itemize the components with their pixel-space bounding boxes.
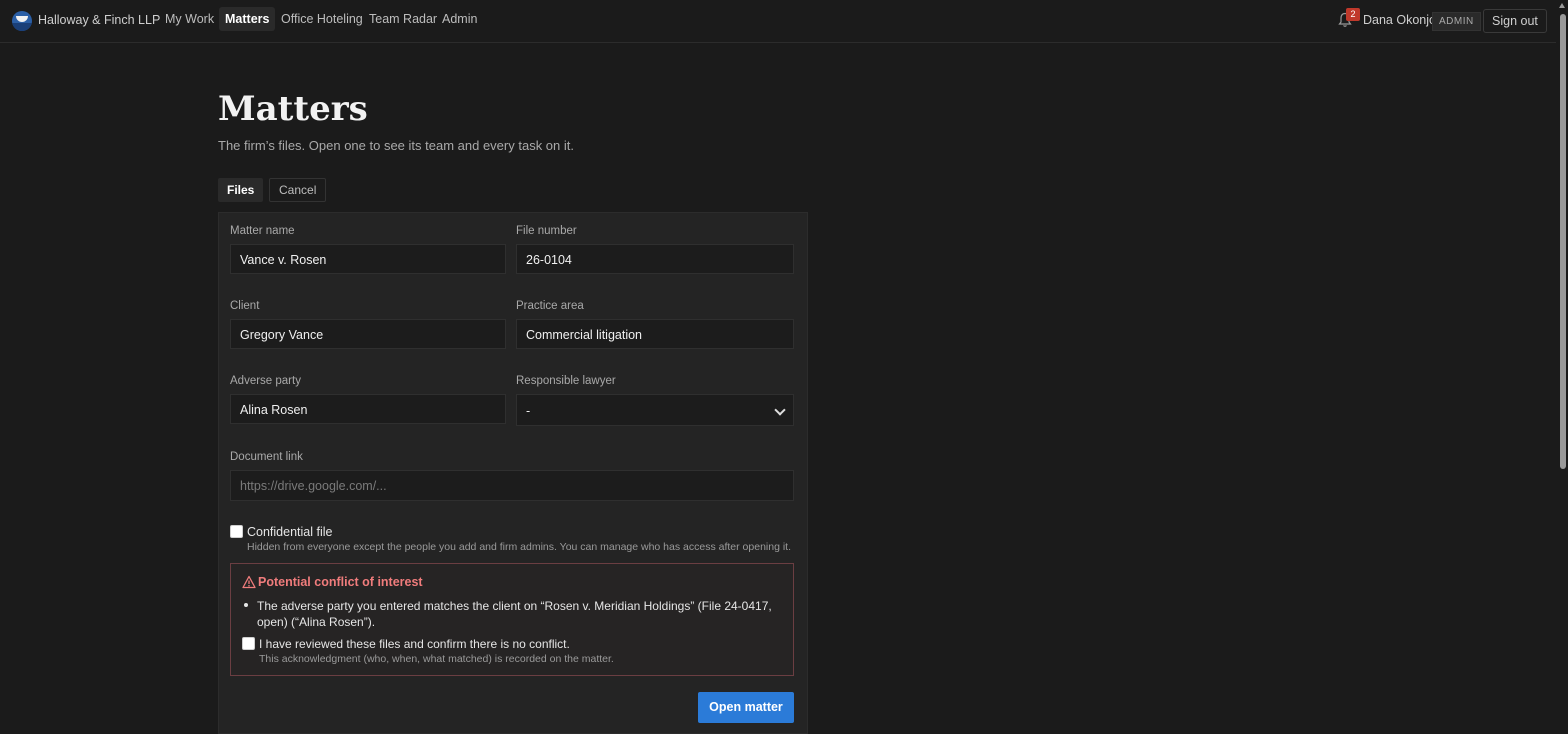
confidential-label[interactable]: Confidential file <box>247 525 332 539</box>
conflict-ack-checkbox[interactable] <box>242 637 255 650</box>
role-badge: ADMIN <box>1432 12 1481 31</box>
practice-area-label: Practice area <box>516 300 584 312</box>
warning-icon <box>242 575 256 589</box>
firm-name[interactable]: Halloway & Finch LLP <box>38 13 160 27</box>
firm-logo-icon[interactable] <box>12 11 32 31</box>
conflict-ack-hint: This acknowledgment (who, when, what mat… <box>259 653 614 665</box>
confidential-hint: Hidden from everyone except the people y… <box>247 541 792 553</box>
user-name: Dana Okonjo <box>1363 13 1436 27</box>
responsible-lawyer-label: Responsible lawyer <box>516 375 616 387</box>
file-number-input[interactable]: 26-0104 <box>516 244 794 274</box>
tab-files[interactable]: Files <box>218 178 264 202</box>
document-link-label: Document link <box>230 451 303 463</box>
responsible-lawyer-selected: - <box>526 404 531 418</box>
practice-area-input[interactable]: Commercial litigation <box>516 319 794 349</box>
scroll-thumb[interactable] <box>1560 14 1566 469</box>
nav-item-matters[interactable]: Matters <box>219 7 276 31</box>
cancel-button[interactable]: Cancel <box>269 178 327 202</box>
matter-name-label: Matter name <box>230 225 295 237</box>
nav-item-my-work[interactable]: My Work <box>159 7 220 31</box>
file-number-label: File number <box>516 225 577 237</box>
document-link-input[interactable]: https://drive.google.com/... <box>230 470 794 501</box>
responsible-lawyer-select[interactable]: - <box>516 394 794 426</box>
top-nav: Halloway & Finch LLP My Work Matters Off… <box>0 0 1556 43</box>
scroll-up-arrow-icon[interactable] <box>1559 3 1565 8</box>
page-title: Matters <box>218 89 368 129</box>
nav-item-team-radar[interactable]: Team Radar <box>363 7 443 31</box>
conflict-message: The adverse party you entered matches th… <box>257 599 772 629</box>
adverse-party-input[interactable]: Alina Rosen <box>230 394 506 424</box>
notification-count-badge: 2 <box>1346 8 1360 21</box>
client-label: Client <box>230 300 260 312</box>
client-input[interactable]: Gregory Vance <box>230 319 506 349</box>
chevron-down-icon <box>774 404 786 416</box>
nav-item-office-hoteling[interactable]: Office Hoteling <box>275 7 369 31</box>
adverse-party-label: Adverse party <box>230 375 301 387</box>
page-scrollbar[interactable] <box>1556 0 1568 726</box>
open-matter-button[interactable]: Open matter <box>698 692 794 723</box>
page-subtitle: The firm’s files. Open one to see its te… <box>218 138 574 153</box>
matter-name-input[interactable]: Vance v. Rosen <box>230 244 506 274</box>
conflict-title: Potential conflict of interest <box>258 575 423 589</box>
list-bullet <box>244 603 248 607</box>
nav-item-admin[interactable]: Admin <box>436 7 483 31</box>
conflict-ack-label[interactable]: I have reviewed these files and confirm … <box>259 637 570 651</box>
confidential-checkbox[interactable] <box>230 525 243 538</box>
sign-out-button[interactable]: Sign out <box>1483 9 1547 33</box>
